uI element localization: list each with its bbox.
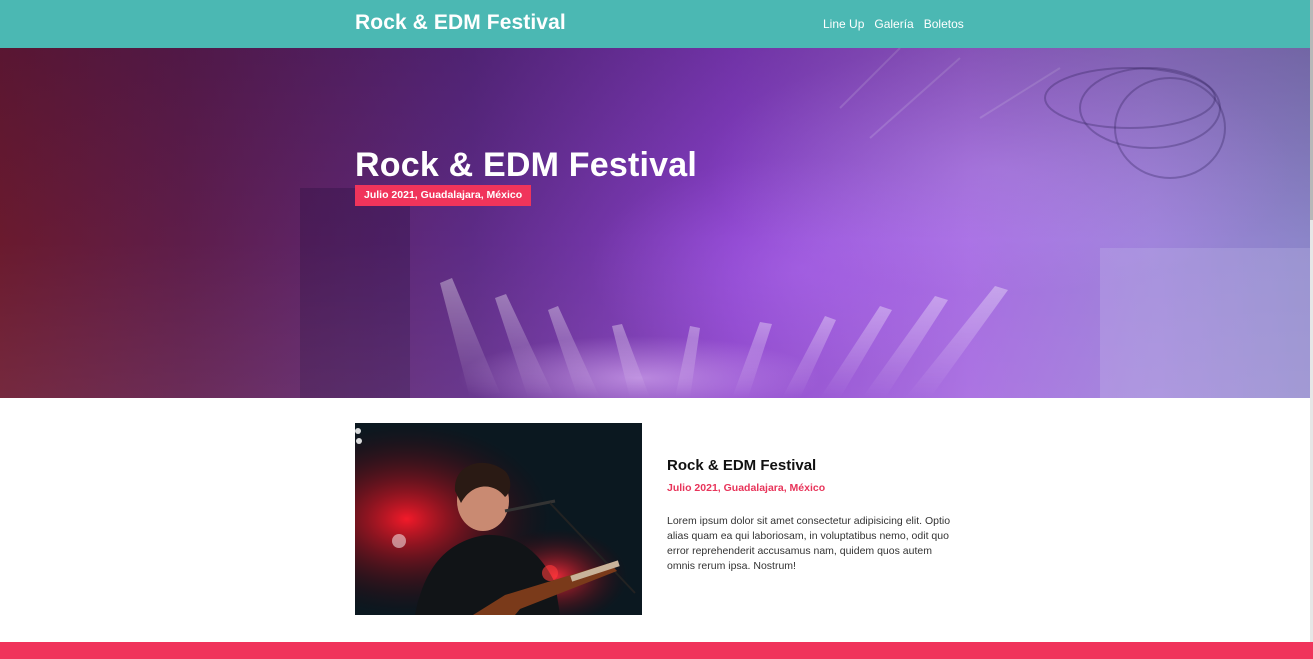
page: Rock & EDM Festival Line Up Galería Bole… xyxy=(0,0,1313,659)
hero-title: Rock & EDM Festival xyxy=(355,146,698,184)
main-nav: Line Up Galería Boletos xyxy=(823,17,964,31)
event-title: Rock & EDM Festival xyxy=(667,457,817,474)
hero-overlay xyxy=(0,48,1310,398)
event-photo xyxy=(355,423,642,615)
event-date: Julio 2021, Guadalajara, México xyxy=(667,482,826,494)
site-header: Rock & EDM Festival Line Up Galería Bole… xyxy=(0,0,1313,48)
nav-link-line-up[interactable]: Line Up xyxy=(823,17,864,31)
guitarist-image xyxy=(355,423,642,615)
footer-band xyxy=(0,642,1313,659)
event-description: Lorem ipsum dolor sit amet consectetur a… xyxy=(667,515,951,572)
nav-link-galeria[interactable]: Galería xyxy=(874,17,913,31)
nav-link-boletos[interactable]: Boletos xyxy=(924,17,964,31)
hero-date-badge: Julio 2021, Guadalajara, México xyxy=(355,185,532,206)
hero-banner xyxy=(0,48,1310,398)
logo-link[interactable]: Rock & EDM Festival xyxy=(355,11,566,35)
